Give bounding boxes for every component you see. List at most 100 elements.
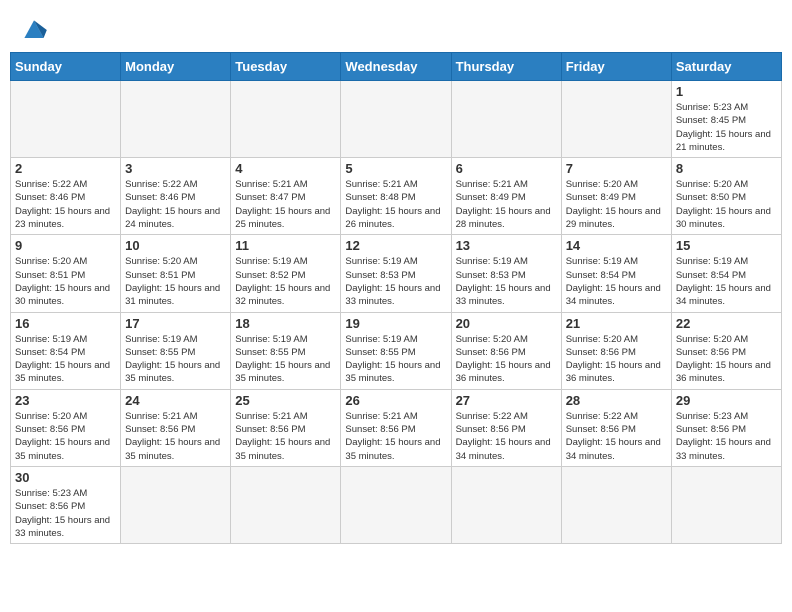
- calendar-day-cell: 18 Sunrise: 5:19 AM Sunset: 8:55 PM Dayli…: [231, 312, 341, 389]
- day-number: 18: [235, 316, 336, 331]
- day-number: 26: [345, 393, 446, 408]
- day-number: 19: [345, 316, 446, 331]
- day-info: Sunrise: 5:19 AM Sunset: 8:55 PM Dayligh…: [345, 333, 446, 386]
- calendar-week-row: 16 Sunrise: 5:19 AM Sunset: 8:54 PM Dayli…: [11, 312, 782, 389]
- calendar-day-cell: [11, 81, 121, 158]
- day-info: Sunrise: 5:19 AM Sunset: 8:55 PM Dayligh…: [235, 333, 336, 386]
- calendar-day-cell: 23 Sunrise: 5:20 AM Sunset: 8:56 PM Dayli…: [11, 389, 121, 466]
- calendar-week-row: 2 Sunrise: 5:22 AM Sunset: 8:46 PM Daylig…: [11, 158, 782, 235]
- day-info: Sunrise: 5:19 AM Sunset: 8:54 PM Dayligh…: [15, 333, 116, 386]
- calendar-day-cell: 14Sunrise: 5:19 AM Sunset: 8:54 PM Dayli…: [561, 235, 671, 312]
- day-number: 29: [676, 393, 777, 408]
- calendar-day-cell: 2 Sunrise: 5:22 AM Sunset: 8:46 PM Daylig…: [11, 158, 121, 235]
- day-number: 24: [125, 393, 226, 408]
- calendar-week-row: 23 Sunrise: 5:20 AM Sunset: 8:56 PM Dayli…: [11, 389, 782, 466]
- day-number: 30: [15, 470, 116, 485]
- day-of-week-header: Saturday: [671, 53, 781, 81]
- day-number: 2: [15, 161, 116, 176]
- day-number: 15: [676, 238, 777, 253]
- calendar-day-cell: [561, 466, 671, 543]
- day-of-week-header: Friday: [561, 53, 671, 81]
- day-number: 8: [676, 161, 777, 176]
- day-info: Sunrise: 5:21 AM Sunset: 8:56 PM Dayligh…: [125, 410, 226, 463]
- day-number: 16: [15, 316, 116, 331]
- day-info: Sunrise: 5:21 AM Sunset: 8:48 PM Dayligh…: [345, 178, 446, 231]
- calendar-day-cell: [451, 466, 561, 543]
- day-number: 14: [566, 238, 667, 253]
- day-info: Sunrise: 5:19 AM Sunset: 8:54 PM Dayligh…: [676, 255, 777, 308]
- day-number: 20: [456, 316, 557, 331]
- day-number: 21: [566, 316, 667, 331]
- day-of-week-header: Thursday: [451, 53, 561, 81]
- calendar-day-cell: 21Sunrise: 5:20 AM Sunset: 8:56 PM Dayli…: [561, 312, 671, 389]
- day-info: Sunrise: 5:19 AM Sunset: 8:55 PM Dayligh…: [125, 333, 226, 386]
- day-number: 12: [345, 238, 446, 253]
- day-number: 9: [15, 238, 116, 253]
- calendar-week-row: 1 Sunrise: 5:23 AM Sunset: 8:45 PM Daylig…: [11, 81, 782, 158]
- calendar-day-cell: 4 Sunrise: 5:21 AM Sunset: 8:47 PM Daylig…: [231, 158, 341, 235]
- calendar-day-cell: [231, 81, 341, 158]
- day-number: 25: [235, 393, 336, 408]
- day-info: Sunrise: 5:20 AM Sunset: 8:56 PM Dayligh…: [456, 333, 557, 386]
- day-info: Sunrise: 5:19 AM Sunset: 8:52 PM Dayligh…: [235, 255, 336, 308]
- calendar-day-cell: 1 Sunrise: 5:23 AM Sunset: 8:45 PM Daylig…: [671, 81, 781, 158]
- day-number: 23: [15, 393, 116, 408]
- day-info: Sunrise: 5:21 AM Sunset: 8:56 PM Dayligh…: [235, 410, 336, 463]
- calendar-header-row: SundayMondayTuesdayWednesdayThursdayFrid…: [11, 53, 782, 81]
- calendar-day-cell: 25 Sunrise: 5:21 AM Sunset: 8:56 PM Dayli…: [231, 389, 341, 466]
- calendar-day-cell: 16 Sunrise: 5:19 AM Sunset: 8:54 PM Dayli…: [11, 312, 121, 389]
- day-info: Sunrise: 5:22 AM Sunset: 8:56 PM Dayligh…: [566, 410, 667, 463]
- calendar-day-cell: 20 Sunrise: 5:20 AM Sunset: 8:56 PM Dayli…: [451, 312, 561, 389]
- calendar-day-cell: 7 Sunrise: 5:20 AM Sunset: 8:49 PM Daylig…: [561, 158, 671, 235]
- calendar-day-cell: 15 Sunrise: 5:19 AM Sunset: 8:54 PM Dayli…: [671, 235, 781, 312]
- calendar-day-cell: 11Sunrise: 5:19 AM Sunset: 8:52 PM Dayli…: [231, 235, 341, 312]
- logo-triangle-icon: [18, 14, 50, 42]
- page-header: [10, 10, 782, 46]
- logo-text: [16, 14, 50, 42]
- day-info: Sunrise: 5:20 AM Sunset: 8:51 PM Dayligh…: [125, 255, 226, 308]
- calendar-day-cell: 24 Sunrise: 5:21 AM Sunset: 8:56 PM Dayli…: [121, 389, 231, 466]
- calendar-day-cell: 30Sunrise: 5:23 AM Sunset: 8:56 PM Dayli…: [11, 466, 121, 543]
- day-info: Sunrise: 5:20 AM Sunset: 8:50 PM Dayligh…: [676, 178, 777, 231]
- calendar-day-cell: 8 Sunrise: 5:20 AM Sunset: 8:50 PM Daylig…: [671, 158, 781, 235]
- calendar-day-cell: [561, 81, 671, 158]
- day-info: Sunrise: 5:23 AM Sunset: 8:56 PM Dayligh…: [676, 410, 777, 463]
- calendar-day-cell: 28Sunrise: 5:22 AM Sunset: 8:56 PM Dayli…: [561, 389, 671, 466]
- day-info: Sunrise: 5:21 AM Sunset: 8:49 PM Dayligh…: [456, 178, 557, 231]
- calendar-day-cell: 29 Sunrise: 5:23 AM Sunset: 8:56 PM Dayli…: [671, 389, 781, 466]
- logo: [16, 14, 50, 42]
- day-number: 10: [125, 238, 226, 253]
- day-of-week-header: Wednesday: [341, 53, 451, 81]
- day-number: 1: [676, 84, 777, 99]
- day-info: Sunrise: 5:23 AM Sunset: 8:45 PM Dayligh…: [676, 101, 777, 154]
- day-info: Sunrise: 5:20 AM Sunset: 8:49 PM Dayligh…: [566, 178, 667, 231]
- day-number: 6: [456, 161, 557, 176]
- calendar-day-cell: 12 Sunrise: 5:19 AM Sunset: 8:53 PM Dayli…: [341, 235, 451, 312]
- calendar-day-cell: [451, 81, 561, 158]
- day-of-week-header: Monday: [121, 53, 231, 81]
- day-info: Sunrise: 5:19 AM Sunset: 8:53 PM Dayligh…: [345, 255, 446, 308]
- calendar-day-cell: 26Sunrise: 5:21 AM Sunset: 8:56 PM Dayli…: [341, 389, 451, 466]
- calendar-day-cell: 17Sunrise: 5:19 AM Sunset: 8:55 PM Dayli…: [121, 312, 231, 389]
- day-info: Sunrise: 5:20 AM Sunset: 8:56 PM Dayligh…: [15, 410, 116, 463]
- day-number: 7: [566, 161, 667, 176]
- calendar-day-cell: [121, 81, 231, 158]
- day-info: Sunrise: 5:22 AM Sunset: 8:46 PM Dayligh…: [15, 178, 116, 231]
- calendar-day-cell: [121, 466, 231, 543]
- day-of-week-header: Tuesday: [231, 53, 341, 81]
- day-number: 4: [235, 161, 336, 176]
- calendar-day-cell: 6 Sunrise: 5:21 AM Sunset: 8:49 PM Daylig…: [451, 158, 561, 235]
- day-info: Sunrise: 5:22 AM Sunset: 8:46 PM Dayligh…: [125, 178, 226, 231]
- day-number: 5: [345, 161, 446, 176]
- calendar-day-cell: [341, 466, 451, 543]
- day-number: 27: [456, 393, 557, 408]
- calendar-day-cell: 3Sunrise: 5:22 AM Sunset: 8:46 PM Daylig…: [121, 158, 231, 235]
- calendar-day-cell: 22Sunrise: 5:20 AM Sunset: 8:56 PM Dayli…: [671, 312, 781, 389]
- day-of-week-header: Sunday: [11, 53, 121, 81]
- calendar-day-cell: 13Sunrise: 5:19 AM Sunset: 8:53 PM Dayli…: [451, 235, 561, 312]
- calendar-week-row: 30Sunrise: 5:23 AM Sunset: 8:56 PM Dayli…: [11, 466, 782, 543]
- calendar-week-row: 9 Sunrise: 5:20 AM Sunset: 8:51 PM Daylig…: [11, 235, 782, 312]
- calendar-day-cell: [671, 466, 781, 543]
- day-info: Sunrise: 5:21 AM Sunset: 8:47 PM Dayligh…: [235, 178, 336, 231]
- day-info: Sunrise: 5:22 AM Sunset: 8:56 PM Dayligh…: [456, 410, 557, 463]
